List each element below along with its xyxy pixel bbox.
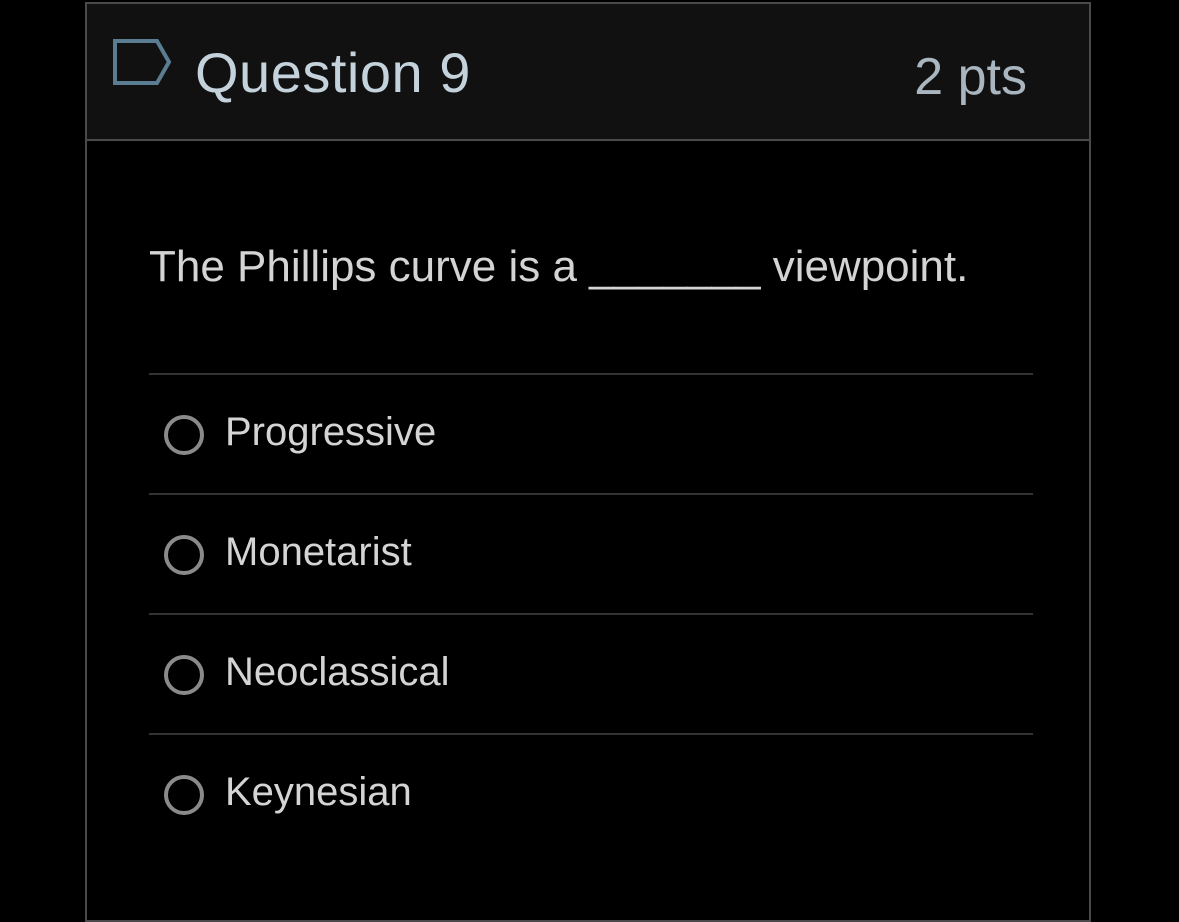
radio-button[interactable] [164, 415, 204, 455]
question-header: Question 9 2 pts [87, 4, 1089, 141]
answer-label[interactable]: Progressive [225, 407, 436, 457]
radio-button[interactable] [164, 655, 204, 695]
flag-question-icon[interactable] [111, 37, 173, 87]
question-points: 2 pts [914, 48, 1027, 106]
question-title: Question 9 [195, 41, 471, 104]
answer-option-monetarist[interactable]: Monetarist [149, 493, 1033, 613]
answer-option-neoclassical[interactable]: Neoclassical [149, 613, 1033, 733]
radio-button[interactable] [164, 775, 204, 815]
quiz-question-card: Question 9 2 pts The Phillips curve is a… [85, 2, 1091, 922]
question-text: The Phillips curve is a _______ viewpoin… [149, 242, 969, 291]
answer-list: Progressive Monetarist Neoclassical Keyn… [149, 373, 1033, 853]
radio-button[interactable] [164, 535, 204, 575]
answer-label[interactable]: Neoclassical [225, 647, 450, 697]
answer-label[interactable]: Monetarist [225, 527, 412, 577]
answer-option-progressive[interactable]: Progressive [149, 373, 1033, 493]
answer-option-keynesian[interactable]: Keynesian [149, 733, 1033, 853]
answer-label[interactable]: Keynesian [225, 767, 412, 817]
